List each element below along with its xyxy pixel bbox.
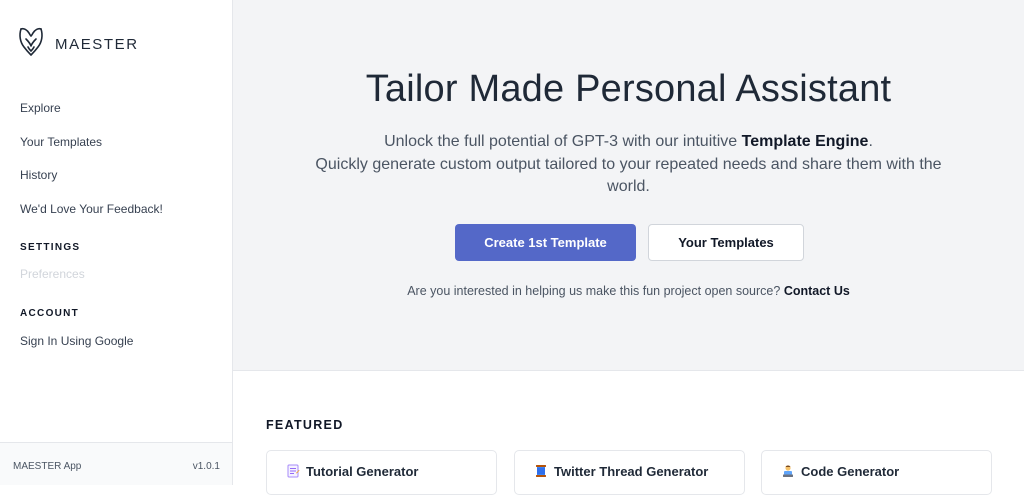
- sign-in-google-link[interactable]: Sign In Using Google: [20, 333, 133, 350]
- technologist-icon: [781, 464, 795, 478]
- spool-icon: [534, 464, 548, 478]
- featured-card-tutorial-generator[interactable]: Tutorial Generator: [266, 450, 497, 495]
- hero-subtitle-line2: Quickly generate custom output tailored …: [315, 155, 942, 196]
- sidebar-nav: Explore Your Templates History We'd Love…: [20, 100, 163, 234]
- brand[interactable]: MAESTER: [18, 26, 139, 63]
- hero-subtitle: Unlock the full potential of GPT-3 with …: [293, 131, 964, 199]
- card-label: Tutorial Generator: [306, 464, 419, 479]
- hero-section: Tailor Made Personal Assistant Unlock th…: [233, 0, 1024, 371]
- sidebar-item-feedback[interactable]: We'd Love Your Feedback!: [20, 201, 163, 218]
- footer-version: v1.0.1: [192, 461, 220, 472]
- account-section-title: ACCOUNT: [20, 308, 80, 319]
- sidebar-item-explore[interactable]: Explore: [20, 100, 163, 117]
- maester-logo-icon: [18, 26, 44, 63]
- card-label: Code Generator: [801, 464, 900, 479]
- featured-title: FEATURED: [266, 418, 344, 432]
- open-source-text: Are you interested in helping us make th…: [407, 284, 781, 298]
- hero-title: Tailor Made Personal Assistant: [365, 68, 892, 110]
- create-first-template-button[interactable]: Create 1st Template: [455, 224, 636, 261]
- featured-card-twitter-thread-generator[interactable]: Twitter Thread Generator: [514, 450, 745, 495]
- sidebar-item-your-templates[interactable]: Your Templates: [20, 134, 163, 151]
- your-templates-button[interactable]: Your Templates: [648, 224, 804, 261]
- open-source-cta: Are you interested in helping us make th…: [233, 284, 1024, 298]
- card-label: Twitter Thread Generator: [554, 464, 709, 479]
- hero-subtitle-text: Unlock the full potential of GPT-3 with …: [384, 133, 742, 150]
- sidebar-footer: MAESTER App v1.0.1: [0, 442, 232, 485]
- memo-icon: [286, 464, 300, 478]
- brand-name: MAESTER: [55, 36, 139, 53]
- template-engine-highlight: Template Engine: [741, 133, 869, 150]
- sidebar-item-preferences: Preferences: [20, 267, 85, 281]
- featured-card-code-generator[interactable]: Code Generator: [761, 450, 992, 495]
- hero-subtitle-period: .: [868, 133, 873, 150]
- contact-us-link[interactable]: Contact Us: [784, 284, 850, 298]
- settings-section-title: SETTINGS: [20, 242, 81, 253]
- sidebar: MAESTER Explore Your Templates History W…: [0, 0, 233, 485]
- sidebar-item-history[interactable]: History: [20, 167, 163, 184]
- footer-app-name: MAESTER App: [13, 461, 82, 472]
